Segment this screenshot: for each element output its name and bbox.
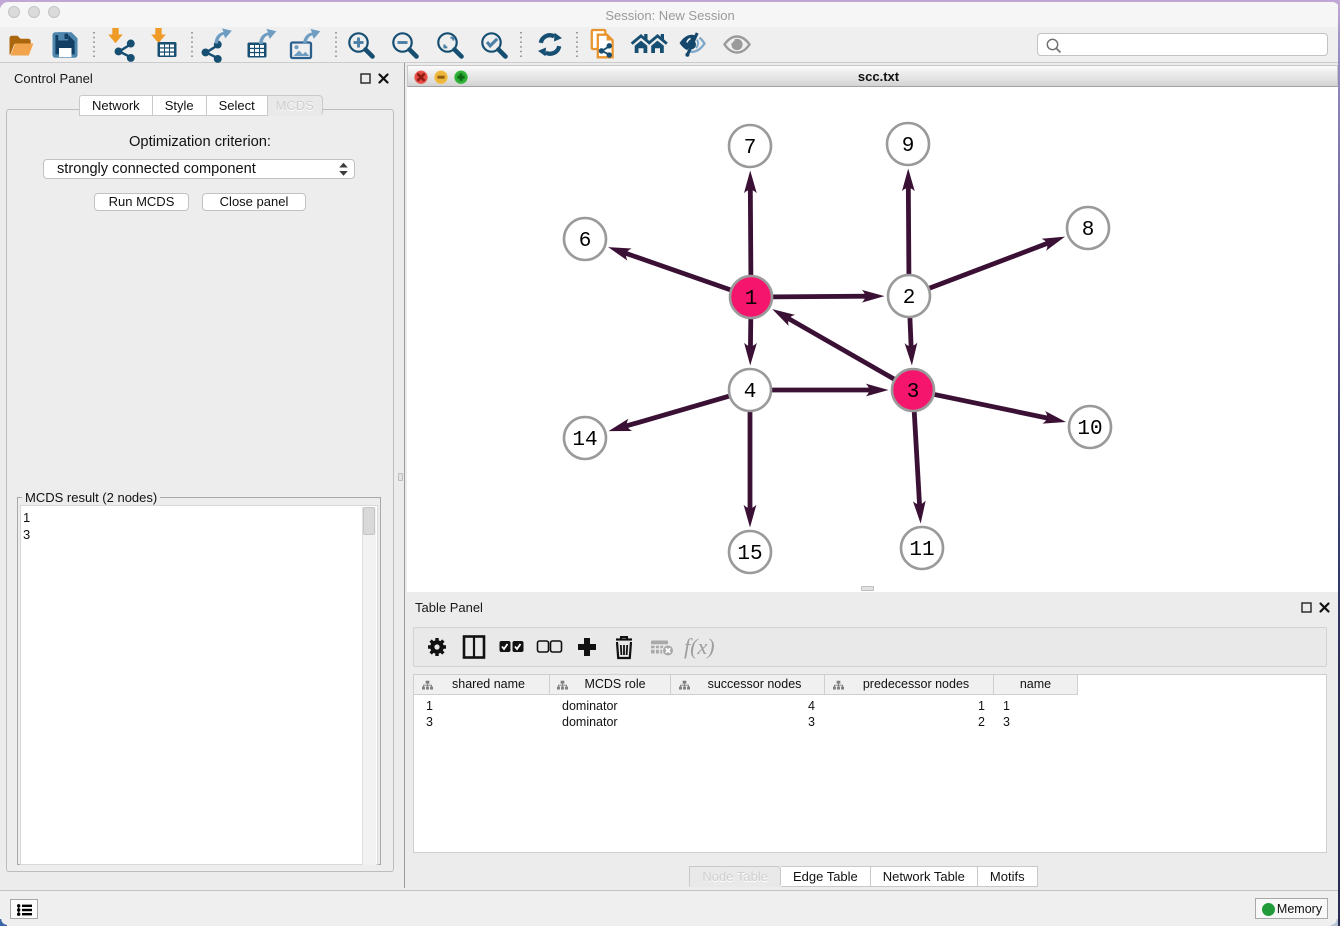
svg-text:14: 14 bbox=[572, 429, 597, 452]
svg-text:8: 8 bbox=[1082, 219, 1095, 242]
svg-text:2: 2 bbox=[903, 287, 916, 310]
svg-text:f(x): f(x) bbox=[684, 634, 715, 659]
svg-text:4: 4 bbox=[744, 381, 757, 404]
svg-text:7: 7 bbox=[744, 137, 757, 160]
svg-text:9: 9 bbox=[902, 135, 915, 158]
svg-text:15: 15 bbox=[737, 543, 762, 566]
svg-text:3: 3 bbox=[907, 381, 920, 404]
svg-text:6: 6 bbox=[579, 230, 592, 253]
svg-text:11: 11 bbox=[909, 539, 934, 562]
svg-text:1: 1 bbox=[745, 288, 758, 311]
svg-text:10: 10 bbox=[1077, 418, 1102, 441]
